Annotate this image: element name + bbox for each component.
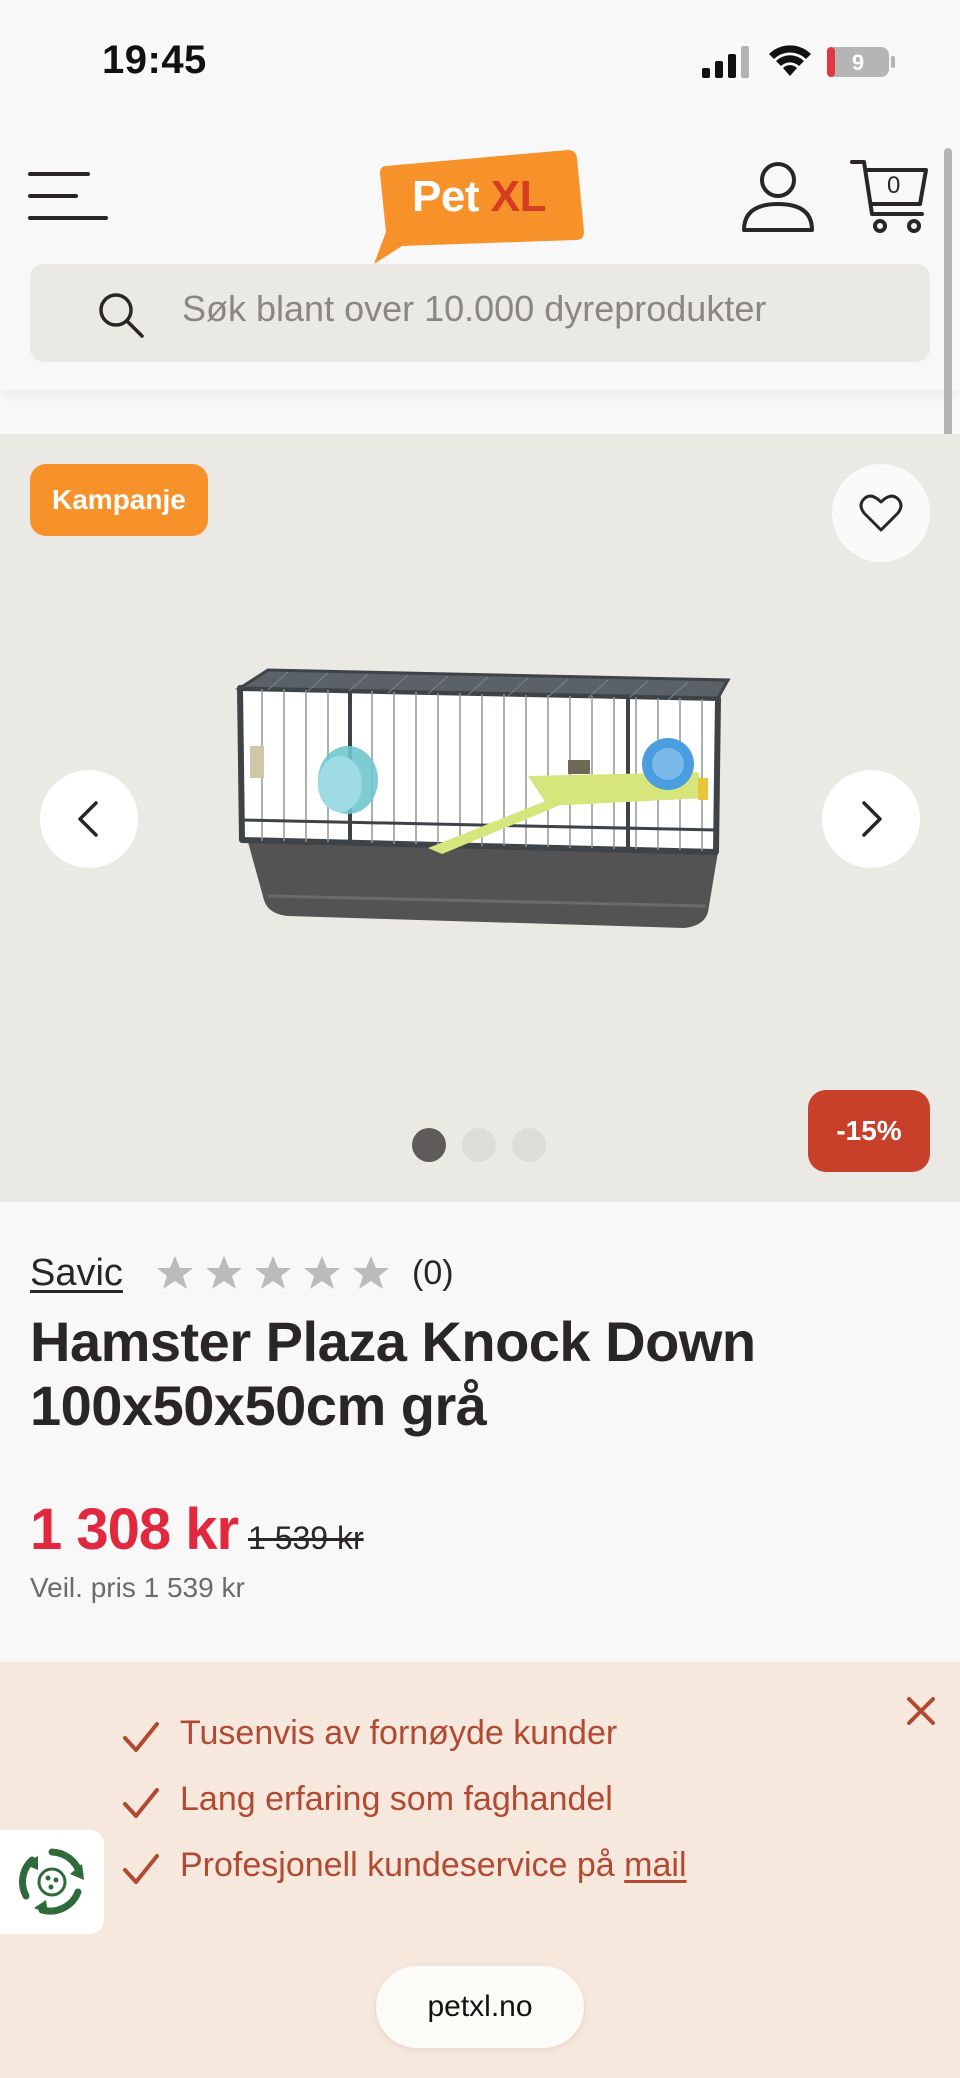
close-icon (907, 1697, 935, 1725)
cart-button[interactable]: 0 (850, 156, 930, 236)
user-icon (742, 162, 814, 232)
product-title: Hamster Plaza Knock Down 100x50x50cm grå (30, 1310, 756, 1437)
logo-pet: Pet (412, 172, 479, 221)
star-icon (255, 1256, 291, 1289)
gallery-dot[interactable] (462, 1128, 496, 1162)
wifi-icon (769, 45, 811, 76)
search-icon (99, 293, 144, 338)
previous-image-button[interactable] (40, 770, 138, 868)
recycle-widget[interactable] (0, 1830, 104, 1934)
menu-button[interactable] (28, 166, 110, 226)
review-count[interactable]: (0) (412, 1254, 454, 1293)
site-header: Pet XL 0 Søk blant over 10.000 dyreprodu… (0, 120, 960, 390)
favorite-button[interactable] (832, 464, 930, 562)
close-usp-button[interactable] (904, 1694, 938, 1728)
chevron-right-icon (862, 801, 882, 837)
heart-icon (859, 494, 903, 532)
reference-price: Veil. pris 1 539 kr (30, 1572, 245, 1603)
product-image[interactable] (228, 660, 738, 950)
gallery-dot[interactable] (412, 1128, 446, 1162)
discount-badge: -15% (808, 1090, 930, 1172)
star-icon (353, 1256, 389, 1289)
product-gallery: Kampanje -15% (0, 434, 960, 1202)
star-icon (157, 1256, 193, 1289)
usp-text: Tusenvis av fornøyde kunder (180, 1714, 618, 1752)
battery-level: 9 (852, 50, 864, 75)
usp-text-label: Profesjonell kundeservice på (180, 1846, 615, 1884)
old-price: 1 539 kr (248, 1520, 364, 1556)
battery-icon: 9 (827, 47, 895, 77)
menu-icon (28, 172, 108, 220)
gallery-dot[interactable] (512, 1128, 546, 1162)
logo-xl: XL (490, 172, 547, 221)
current-price: 1 308 kr (30, 1497, 239, 1562)
usp-text: Profesjonell kundeservice på mail (180, 1846, 687, 1885)
star-icon (206, 1256, 242, 1289)
mail-link[interactable]: mail (624, 1846, 686, 1884)
usp-panel: Tusenvis av fornøyde kunder Lang erfarin… (0, 1662, 960, 2078)
campaign-badge: Kampanje (30, 464, 208, 536)
browser-url[interactable]: petxl.no (376, 1966, 584, 2048)
signal-icon (702, 46, 749, 78)
next-image-button[interactable] (822, 770, 920, 868)
chevron-left-icon (78, 801, 98, 837)
petxl-logo[interactable]: Pet XL (372, 142, 588, 264)
status-time: 19:45 (102, 38, 207, 82)
search-placeholder: Søk blant over 10.000 dyreprodukter (182, 288, 767, 329)
logo-text: Pet XL (412, 172, 546, 222)
brand-link[interactable]: Savic (30, 1252, 123, 1295)
check-icon (123, 1788, 159, 1818)
usp-text: Lang erfaring som faghandel (180, 1780, 613, 1818)
search-input[interactable]: Søk blant over 10.000 dyreprodukter (30, 264, 930, 362)
check-icon (123, 1854, 159, 1884)
status-bar: 19:45 9 (0, 0, 960, 120)
star-icon (304, 1256, 340, 1289)
cart-count: 0 (887, 172, 901, 199)
recycle-icon (19, 1848, 84, 1915)
check-icon (123, 1722, 159, 1752)
account-button[interactable] (740, 158, 816, 234)
